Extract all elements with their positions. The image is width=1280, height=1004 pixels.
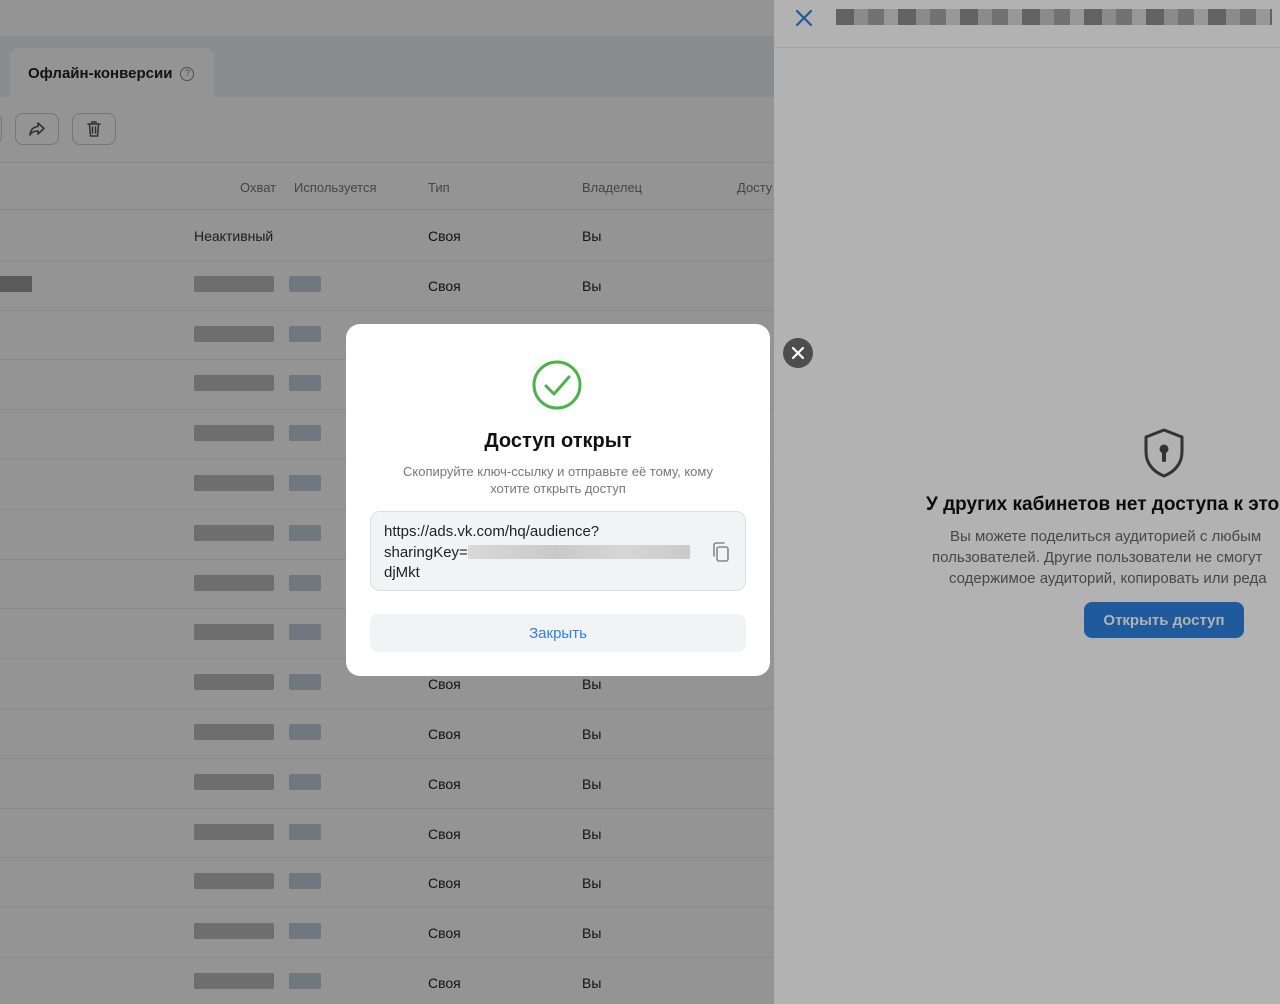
dialog-description: Скопируйте ключ-ссылку и отправьте её то… [403, 464, 713, 496]
modal-close-button[interactable] [783, 338, 813, 368]
audience-side-panel: У других кабинетов нет доступа к это Вы … [774, 0, 1280, 1004]
link-key-prefix: sharingKey= [384, 543, 468, 561]
link-line: sharingKey= [384, 543, 704, 564]
panel-overlay[interactable] [774, 0, 1280, 1004]
copy-icon[interactable] [711, 541, 731, 563]
link-line: djMkt [384, 564, 420, 581]
sharing-link-field[interactable]: https://ads.vk.com/hq/audience? sharingK… [370, 511, 746, 591]
link-key-redacted [467, 544, 690, 559]
dialog-title: Доступ открыт [484, 430, 632, 452]
close-dialog-button[interactable]: Закрыть [370, 614, 746, 652]
sharing-link-text[interactable]: https://ads.vk.com/hq/audience? sharingK… [384, 522, 704, 584]
success-check-icon [532, 360, 582, 410]
access-opened-dialog: Доступ открыт Скопируйте ключ-ссылку и о… [346, 324, 770, 676]
link-line: https://ads.vk.com/hq/audience? [384, 523, 600, 540]
close-icon [791, 346, 805, 360]
